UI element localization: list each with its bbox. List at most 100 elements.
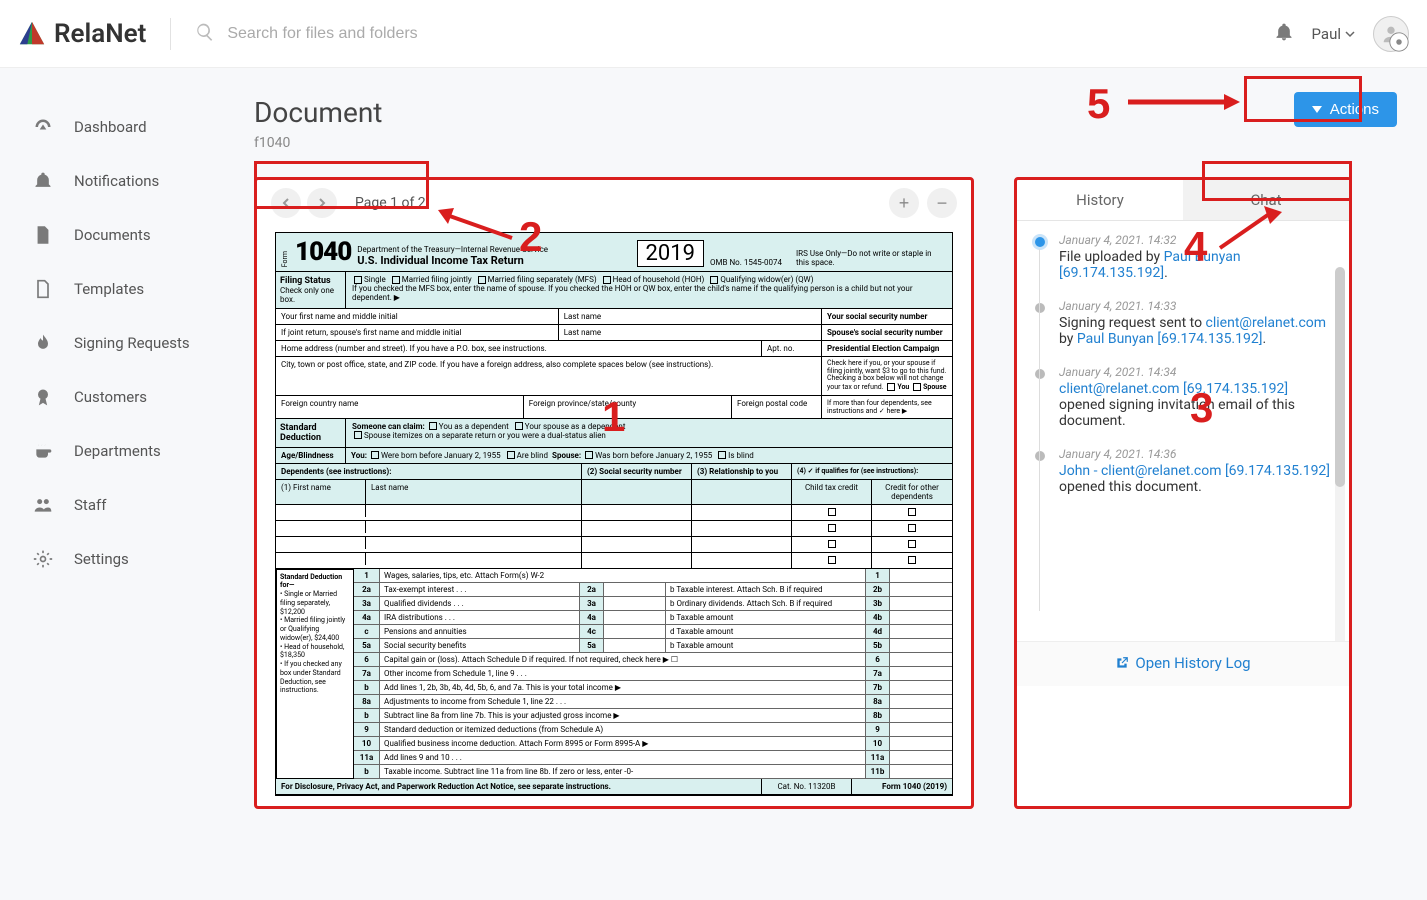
filing-status-label: Filing Status xyxy=(280,276,341,286)
dep-label: Dependents (see instructions): xyxy=(276,464,582,479)
income-line: 1Wages, salaries, tips, etc. Attach Form… xyxy=(354,569,952,583)
sidebar-item-label: Settings xyxy=(74,550,129,568)
sidebar-item-customers[interactable]: Customers xyxy=(32,370,230,424)
history-link[interactable]: client@relanet.com xyxy=(1059,381,1180,397)
history-link[interactable]: Paul Bunyan xyxy=(1164,249,1241,265)
deduction-sidebar: Standard Deduction for— • Single or Marr… xyxy=(276,569,354,779)
history-link[interactable]: John - client@relanet.com xyxy=(1059,463,1221,479)
income-line: 7aOther income from Schedule 1, line 9 .… xyxy=(354,667,952,681)
caret-down-icon xyxy=(1312,106,1322,114)
sidebar-item-settings[interactable]: Settings xyxy=(32,532,230,586)
form-number: 1040 xyxy=(295,237,351,267)
tab-history[interactable]: History xyxy=(1017,180,1183,221)
bell-icon xyxy=(32,170,54,192)
dep-other: Credit for other dependents xyxy=(872,480,952,504)
sidebar-item-label: Documents xyxy=(74,226,151,244)
history-footer-label: Open History Log xyxy=(1135,654,1250,672)
sidebar-item-dashboard[interactable]: Dashboard xyxy=(32,100,230,154)
history-timestamp: January 4, 2021. 14:36 xyxy=(1059,447,1331,461)
opt-hoh: Head of household (HOH) xyxy=(613,275,705,284)
sidebar-item-label: Dashboard xyxy=(74,118,147,136)
scrollbar[interactable] xyxy=(1335,267,1345,641)
sidebar-item-label: Notifications xyxy=(74,172,159,190)
timeline-dot xyxy=(1035,303,1045,313)
f-ssn: Your social security number xyxy=(822,309,952,324)
page-next-button[interactable] xyxy=(307,188,337,218)
search-icon xyxy=(195,22,215,46)
was-born: Was born before January 2, 1955 xyxy=(595,451,712,460)
history-link[interactable]: [69.174.135.192] xyxy=(1183,381,1288,397)
is-blind: Is blind xyxy=(728,451,754,460)
income-line: 6Capital gain or (loss). Attach Schedule… xyxy=(354,653,952,667)
page-prev-button[interactable] xyxy=(271,188,301,218)
sidebar-item-notifications[interactable]: Notifications xyxy=(32,154,230,208)
ded1: • Single or Married filing separately, $… xyxy=(280,590,337,616)
history-link[interactable]: [69.174.135.192] xyxy=(1059,265,1164,281)
spouse-dep: Your spouse as a dependent xyxy=(525,422,626,431)
search-input[interactable] xyxy=(227,25,627,43)
sidebar-item-staff[interactable]: Staff xyxy=(32,478,230,532)
income-line: bAdd lines 1, 2b, 3b, 4b, 4d, 5b, 6, and… xyxy=(354,681,952,695)
filing-explain: If you checked the MFS box, enter the na… xyxy=(352,284,946,302)
f-first: Your first name and middle initial xyxy=(276,309,559,324)
footer-form: Form 1040 (2019) xyxy=(852,779,952,794)
history-message: John - client@relanet.com [69.174.135.19… xyxy=(1059,463,1331,495)
income-line: bSubtract line 8a from line 7b. This is … xyxy=(354,709,952,723)
form-dept: Department of the Treasury—Internal Reve… xyxy=(357,245,630,254)
opt-qw: Qualifying widow(er) (QW) xyxy=(720,275,813,284)
scrollbar-thumb[interactable] xyxy=(1335,267,1345,487)
chevron-down-icon xyxy=(1345,29,1355,39)
coffee-icon xyxy=(32,440,54,462)
history-link[interactable]: [69.174.135.192] xyxy=(1225,463,1330,479)
history-timestamp: January 4, 2021. 14:34 xyxy=(1059,365,1331,379)
sidebar-item-signing[interactable]: Signing Requests xyxy=(32,316,230,370)
tabs: History Chat xyxy=(1017,180,1349,221)
bell-icon[interactable] xyxy=(1274,21,1294,47)
income-line: 8aAdjustments to income from Schedule 1,… xyxy=(354,695,952,709)
history-item: January 4, 2021. 14:34 client@relanet.com… xyxy=(1035,365,1331,429)
income-line: 3aQualified dividends . . .3ab Ordinary … xyxy=(354,597,952,611)
f-last: Last name xyxy=(559,309,822,324)
history-link[interactable]: client@relanet.com xyxy=(1206,315,1327,331)
sidebar-item-departments[interactable]: Departments xyxy=(32,424,230,478)
actions-button[interactable]: Actions xyxy=(1294,92,1397,127)
page-subtitle: f1040 xyxy=(254,135,1397,151)
income-line: 5aSocial security benefits5ab Taxable am… xyxy=(354,639,952,653)
form-1040-preview: Form 1040 Department of the Treasury—Int… xyxy=(275,232,953,796)
award-icon xyxy=(32,386,54,408)
ded3: • Head of household, $18,350 xyxy=(280,643,344,660)
itemize: Spouse itemizes on a separate return or … xyxy=(364,431,606,440)
zoom-in-button[interactable]: + xyxy=(889,188,919,218)
logo-icon xyxy=(18,20,46,48)
dep-qual: (4) ✓ if qualifies for (see instructions… xyxy=(797,467,918,475)
history-message: client@relanet.com [69.174.135.192] open… xyxy=(1059,381,1331,429)
f-apt: Apt. no. xyxy=(762,341,822,356)
zoom-out-button[interactable]: − xyxy=(927,188,957,218)
timeline-dot xyxy=(1035,237,1045,247)
history-timestamp: January 4, 2021. 14:33 xyxy=(1059,299,1331,313)
ded2: • Married filing jointly or Qualifying w… xyxy=(280,616,345,642)
you-dep: You as a dependent xyxy=(439,422,509,431)
logo-text: RelaNet xyxy=(54,19,146,49)
sidebar-item-documents[interactable]: Documents xyxy=(32,208,230,262)
history-link[interactable]: [69.174.135.192] xyxy=(1157,331,1262,347)
sidebar-item-templates[interactable]: Templates xyxy=(32,262,230,316)
history-message: Signing request sent to client@relanet.c… xyxy=(1059,315,1331,347)
viewer-toolbar: Page 1 of 2 + − xyxy=(257,180,971,224)
user-menu[interactable]: Paul xyxy=(1312,25,1355,43)
history-body: January 4, 2021. 14:32File uploaded by P… xyxy=(1017,221,1349,641)
history-link[interactable]: Paul Bunyan xyxy=(1077,331,1154,347)
opt-mfs: Married filing separately (MFS) xyxy=(488,275,597,284)
form-prefix: Form xyxy=(282,251,289,267)
sidebar-item-label: Departments xyxy=(74,442,161,460)
disclosure: For Disclosure, Privacy Act, and Paperwo… xyxy=(276,779,762,794)
logo[interactable]: RelaNet xyxy=(18,19,146,49)
f-sfirst: If joint return, spouse's first name and… xyxy=(276,325,559,340)
avatar[interactable] xyxy=(1373,16,1409,52)
dep-ctc: Child tax credit xyxy=(792,480,872,504)
age-blind: Age/Blindness xyxy=(276,448,346,463)
form-omb: OMB No. 1545-0074 xyxy=(710,258,790,267)
tab-chat[interactable]: Chat xyxy=(1183,180,1349,221)
opt-single: Single xyxy=(364,275,386,284)
open-history-log-link[interactable]: Open History Log xyxy=(1115,654,1250,672)
